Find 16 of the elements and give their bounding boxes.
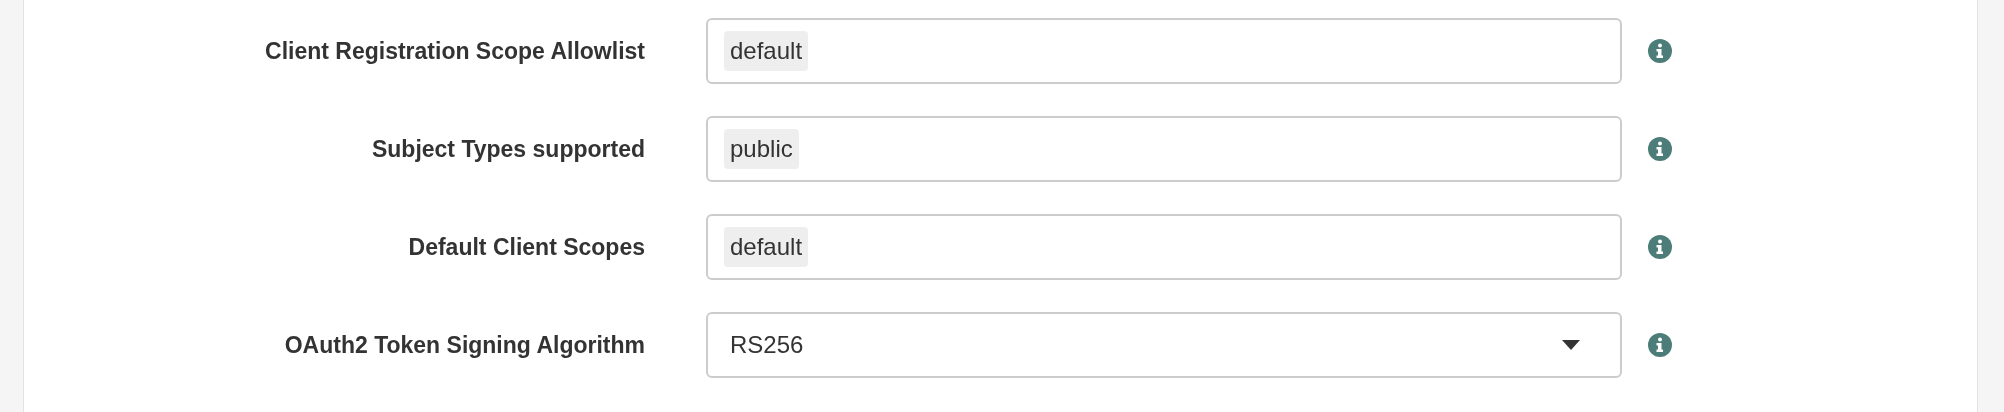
info-icon[interactable] <box>1648 39 1672 63</box>
select-dropdown[interactable]: RS256 <box>706 312 1622 378</box>
tags-field[interactable]: default <box>706 214 1622 280</box>
tags-field[interactable]: default <box>706 18 1622 84</box>
info-icon[interactable] <box>1648 235 1672 259</box>
tag: default <box>724 31 809 71</box>
field-label: Default Client Scopes <box>407 233 646 261</box>
tags-field[interactable]: public <box>706 116 1622 182</box>
info-icon[interactable] <box>1648 333 1672 357</box>
caret-icon <box>1562 340 1580 350</box>
field-label: OAuth2 Token Signing Algorithm <box>283 331 646 359</box>
field-label: Subject Types supported <box>370 135 646 163</box>
tag: public <box>724 129 799 169</box>
field-label: Client Registration Scope Allowlist <box>264 37 646 65</box>
info-icon[interactable] <box>1648 137 1672 161</box>
tag: default <box>724 227 809 267</box>
